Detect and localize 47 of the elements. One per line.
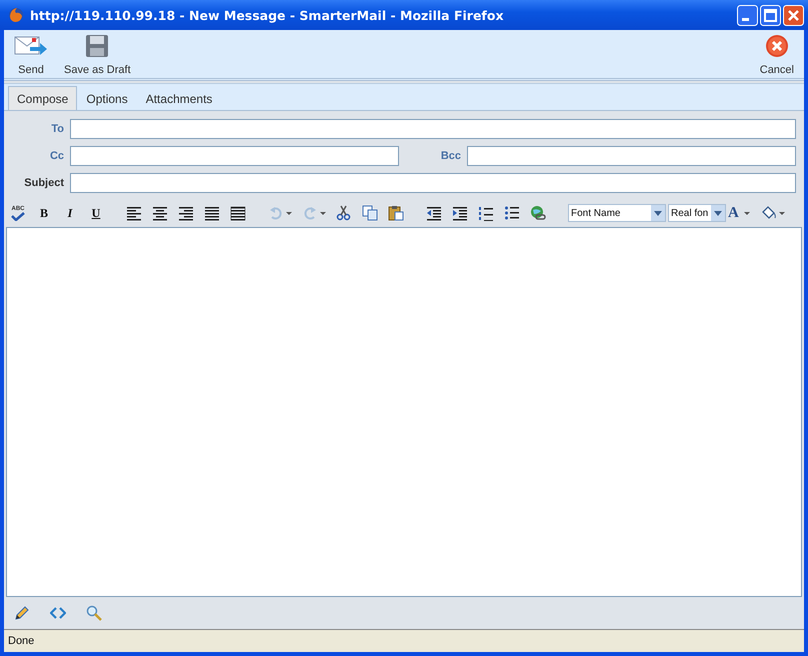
font-color-button[interactable]: A <box>728 204 750 222</box>
align-center-icon[interactable] <box>152 205 168 221</box>
save-draft-button[interactable]: Save as Draft <box>58 34 137 76</box>
copy-icon[interactable] <box>362 205 378 221</box>
numbered-list-icon[interactable] <box>478 205 494 221</box>
cancel-button[interactable]: Cancel <box>754 34 800 76</box>
pencil-icon[interactable] <box>14 605 30 621</box>
indent-icon[interactable] <box>452 205 468 221</box>
cancel-icon <box>764 34 789 58</box>
code-brackets-icon[interactable] <box>50 605 66 621</box>
font-name-dropdown[interactable]: Font Name <box>568 204 666 222</box>
full-justify-icon[interactable] <box>230 205 246 221</box>
caret-icon[interactable] <box>714 210 722 216</box>
underline-button[interactable]: U <box>88 206 104 220</box>
minimize-icon[interactable] <box>737 4 758 26</box>
input-field[interactable] <box>467 146 796 166</box>
tab[interactable]: Attachments <box>136 86 222 110</box>
justify-icon[interactable] <box>204 205 220 221</box>
scissors-icon[interactable] <box>336 205 352 221</box>
italic-button[interactable]: I <box>62 206 78 220</box>
bullet-list-icon[interactable] <box>504 205 520 221</box>
bold-button[interactable]: B <box>36 206 52 220</box>
field-label: Subject <box>23 177 64 189</box>
status-text: Done <box>8 635 34 647</box>
globe-link-icon[interactable] <box>530 205 546 221</box>
maximize-icon[interactable] <box>760 4 781 26</box>
field-label: To <box>50 123 64 135</box>
search-icon[interactable] <box>86 605 102 621</box>
firefox-icon <box>8 7 24 23</box>
caret-icon[interactable] <box>654 210 662 216</box>
paint-bucket-icon[interactable] <box>760 205 786 221</box>
align-left-icon[interactable] <box>126 205 142 221</box>
send-button[interactable]: Send <box>8 34 54 76</box>
field-label: Cc <box>48 150 64 162</box>
envelope-arrow-icon <box>14 34 48 58</box>
input-field[interactable] <box>70 173 796 193</box>
close-icon[interactable] <box>783 4 804 26</box>
align-right-icon[interactable] <box>178 205 194 221</box>
window-title: http://119.110.99.18 - New Message - SmarterMail - Mozilla Firefox <box>30 8 505 22</box>
input-field[interactable] <box>70 146 399 166</box>
paste-icon[interactable] <box>388 205 404 221</box>
outdent-icon[interactable] <box>426 205 442 221</box>
font-size-dropdown[interactable]: Real fon <box>668 204 726 222</box>
tab[interactable]: Compose <box>8 86 78 110</box>
field-label: Bcc <box>440 150 461 162</box>
input-field[interactable] <box>70 119 796 139</box>
tab[interactable]: Options <box>77 86 137 110</box>
